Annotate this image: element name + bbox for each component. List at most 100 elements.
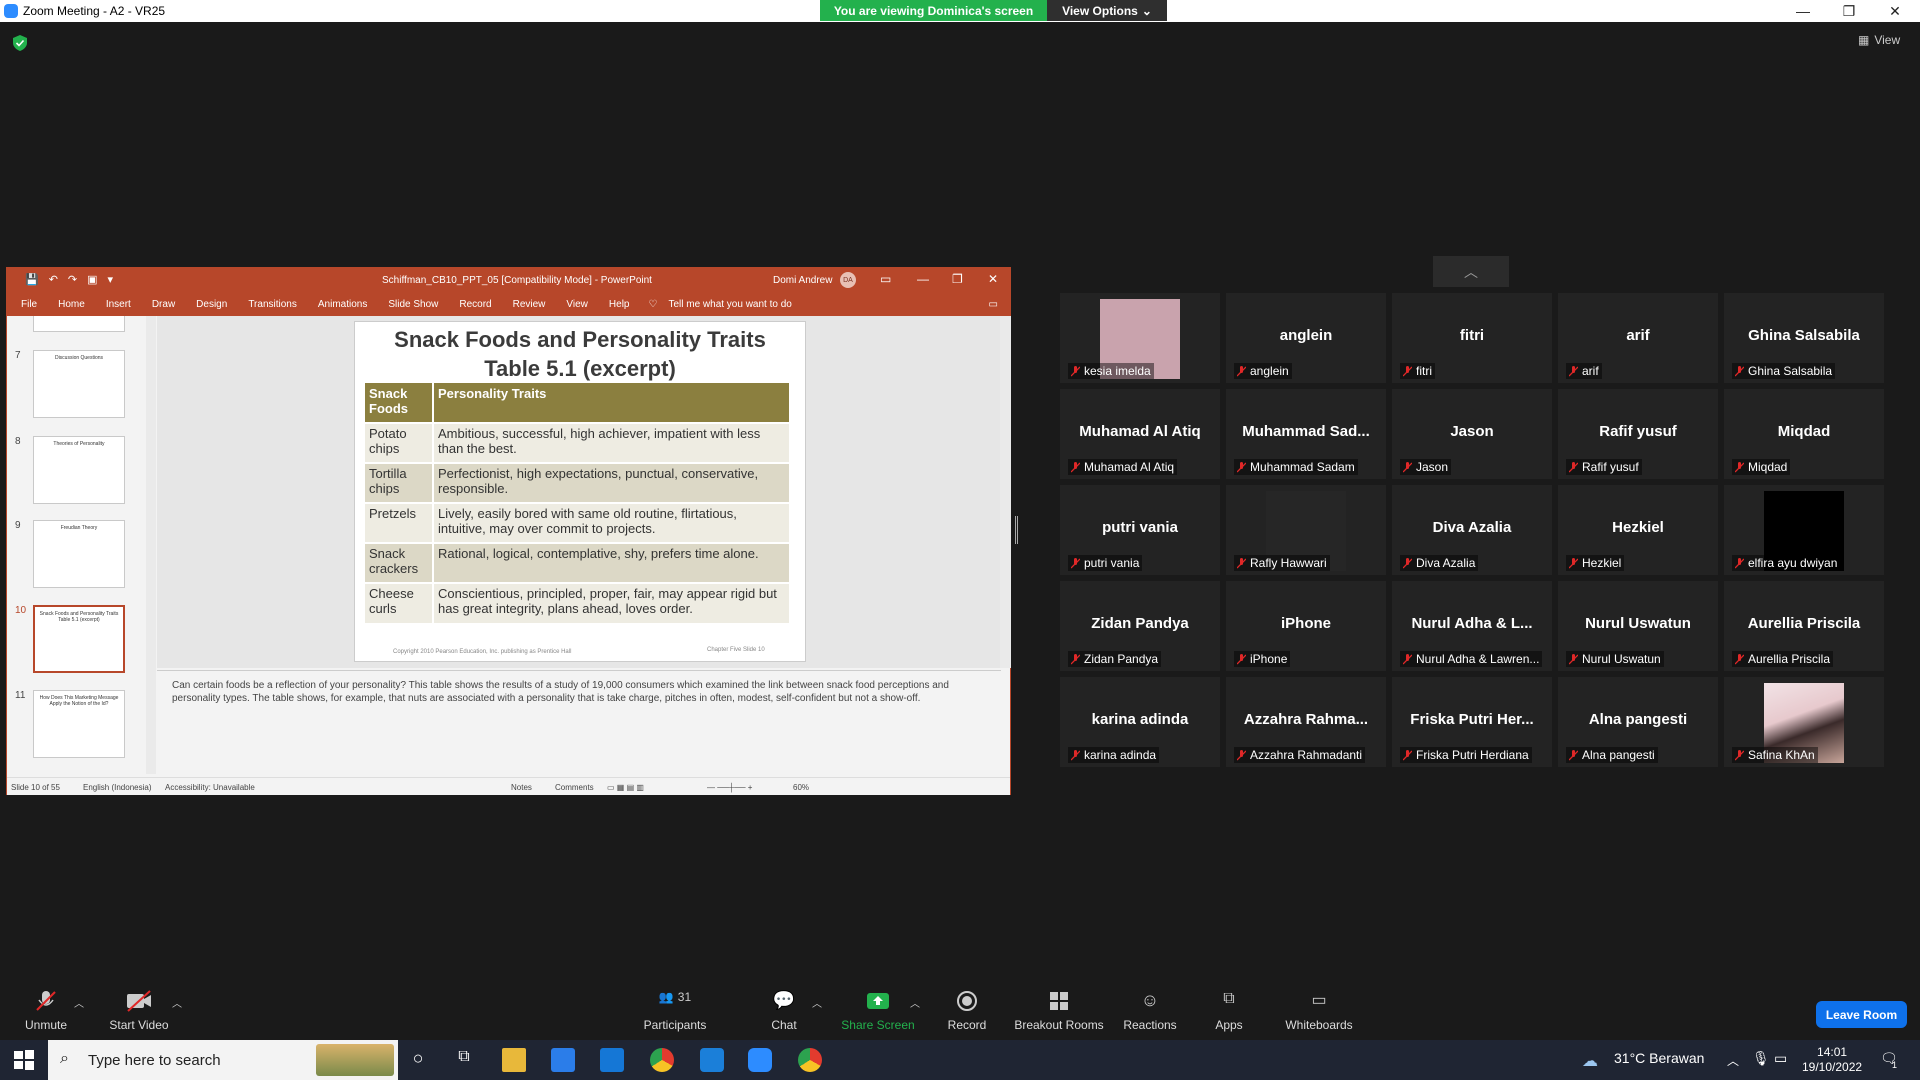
thumbnail-scrollbar[interactable] xyxy=(146,316,156,774)
notes-toggle[interactable]: Notes xyxy=(511,783,532,792)
mail-icon[interactable] xyxy=(600,1048,624,1072)
ribbon-tab[interactable]: View xyxy=(566,299,588,310)
participants-button[interactable]: 👥 31 Participants xyxy=(640,990,710,1032)
chat-button[interactable]: 💬 Chat xyxy=(766,990,802,1032)
participant-tile[interactable]: fitri fitri xyxy=(1392,293,1552,383)
ribbon-tab[interactable]: Draw xyxy=(152,299,175,310)
audio-options-caret[interactable]: ︿ xyxy=(74,995,84,1010)
ribbon-tab[interactable]: Review xyxy=(513,299,546,310)
participant-tile[interactable]: Ghina Salsabila Ghina Salsabila xyxy=(1724,293,1884,383)
accessibility-status[interactable]: Accessibility: Unavailable xyxy=(165,783,255,792)
ppt-maximize-button[interactable]: ❐ xyxy=(952,272,963,286)
slide-thumbnail[interactable]: Discussion Questions xyxy=(33,350,125,418)
participant-tile[interactable]: Muhamad Al Atiq Muhamad Al Atiq xyxy=(1060,389,1220,479)
chrome-profile-icon[interactable] xyxy=(798,1048,822,1072)
zoom-icon[interactable] xyxy=(748,1048,772,1072)
speaker-notes[interactable]: Can certain foods be a reflection of you… xyxy=(157,670,1001,774)
network-icon[interactable]: ▭ xyxy=(1774,1050,1787,1067)
participant-tile[interactable]: Safina KhAn xyxy=(1724,677,1884,767)
participant-tile[interactable]: elfira ayu dwiyan xyxy=(1724,485,1884,575)
file-explorer-icon[interactable] xyxy=(502,1048,526,1072)
slide-thumbnail[interactable]: Theories of Personality xyxy=(33,436,125,504)
participant-tile[interactable]: Rafif yusuf Rafif yusuf xyxy=(1558,389,1718,479)
ribbon-tab[interactable]: Design xyxy=(196,299,227,310)
close-button[interactable]: ✕ xyxy=(1872,0,1918,22)
weather-status[interactable]: 31°C Berawan xyxy=(1614,1050,1704,1066)
share-options-caret[interactable]: ︿ xyxy=(910,995,920,1010)
participant-tile[interactable]: Muhammad Sad... Muhammad Sadam xyxy=(1226,389,1386,479)
gallery-scroll-up-button[interactable]: ︿ xyxy=(1433,256,1509,287)
chrome-icon[interactable] xyxy=(650,1048,674,1072)
reactions-button[interactable]: ☺ Reactions xyxy=(1122,990,1178,1032)
ppt-close-button[interactable]: ✕ xyxy=(988,272,998,286)
video-options-caret[interactable]: ︿ xyxy=(172,995,182,1010)
comments-icon[interactable]: ▭ xyxy=(989,299,998,310)
slide-scrollbar[interactable] xyxy=(1000,316,1011,668)
ppt-minimize-button[interactable]: — xyxy=(917,272,929,286)
participant-tile[interactable]: putri vania putri vania xyxy=(1060,485,1220,575)
split-drag-handle[interactable] xyxy=(1015,516,1018,544)
ppt-user-avatar[interactable]: DA xyxy=(840,272,856,288)
unmute-button[interactable]: Unmute xyxy=(22,990,70,1032)
zoom-level[interactable]: 60% xyxy=(793,783,809,792)
participant-tile[interactable]: Azzahra Rahma... Azzahra Rahmadanti xyxy=(1226,677,1386,767)
slide-thumbnail[interactable] xyxy=(33,316,125,332)
quick-access-toolbar[interactable]: 💾↶↷▣▾ xyxy=(25,273,123,286)
taskbar-clock[interactable]: 14:01 19/10/2022 xyxy=(1802,1045,1862,1075)
ribbon-display-icon[interactable]: ▭ xyxy=(880,272,891,286)
participant-tile[interactable]: iPhone iPhone xyxy=(1226,581,1386,671)
participant-tile[interactable]: Friska Putri Her... Friska Putri Herdiana xyxy=(1392,677,1552,767)
maximize-button[interactable]: ❐ xyxy=(1826,0,1872,22)
ribbon-tab[interactable]: Record xyxy=(459,299,491,310)
participant-tile[interactable]: Jason Jason xyxy=(1392,389,1552,479)
apps-button[interactable]: ⧉ Apps xyxy=(1212,990,1246,1032)
participant-tile[interactable]: Zidan Pandya Zidan Pandya xyxy=(1060,581,1220,671)
microphone-tray-icon[interactable]: 🎙 xyxy=(1752,1050,1770,1067)
store-icon[interactable] xyxy=(551,1048,575,1072)
participant-tile[interactable]: kesia imelda xyxy=(1060,293,1220,383)
participant-tile[interactable]: Rafly Hawwari xyxy=(1226,485,1386,575)
record-button[interactable]: Record xyxy=(945,990,989,1032)
ribbon-tab[interactable]: File xyxy=(21,299,37,310)
ribbon-tab[interactable]: Help xyxy=(609,299,630,310)
tray-overflow-icon[interactable]: ︿ xyxy=(1727,1052,1739,1069)
participant-tile[interactable]: Diva Azalia Diva Azalia xyxy=(1392,485,1552,575)
slide-thumbnail-selected[interactable]: Snack Foods and Personality Traits Table… xyxy=(33,605,125,673)
view-button[interactable]: ▦ View xyxy=(1858,33,1900,47)
participant-tile[interactable]: Nurul Uswatun Nurul Uswatun xyxy=(1558,581,1718,671)
shield-icon[interactable] xyxy=(13,35,27,51)
ribbon-tab[interactable]: Insert xyxy=(106,299,131,310)
participant-tile[interactable]: arif arif xyxy=(1558,293,1718,383)
view-options-button[interactable]: View Options ⌄ xyxy=(1047,0,1167,21)
language-status[interactable]: English (Indonesia) xyxy=(83,783,151,792)
participant-tile[interactable]: karina adinda karina adinda xyxy=(1060,677,1220,767)
participant-tile[interactable]: Alna pangesti Alna pangesti xyxy=(1558,677,1718,767)
ribbon-tab[interactable]: Animations xyxy=(318,299,367,310)
zoom-slider[interactable]: — ──┼── + xyxy=(707,783,752,792)
participant-tile[interactable]: anglein anglein xyxy=(1226,293,1386,383)
view-mode-icons[interactable]: ▭ ▦ ▤ ▥ xyxy=(607,783,644,792)
ribbon-tab[interactable]: Home xyxy=(58,299,85,310)
participant-tile[interactable]: Nurul Adha & L... Nurul Adha & Lawren... xyxy=(1392,581,1552,671)
participant-tile[interactable]: Miqdad Miqdad xyxy=(1724,389,1884,479)
taskbar-search-box[interactable]: ⌕ Type here to search xyxy=(48,1040,398,1080)
participant-tile[interactable]: Aurellia Priscila Aurellia Priscila xyxy=(1724,581,1884,671)
start-video-button[interactable]: Start Video xyxy=(106,990,172,1032)
comments-toggle[interactable]: Comments xyxy=(555,783,594,792)
leave-room-button[interactable]: Leave Room xyxy=(1816,1001,1907,1028)
ribbon-tab[interactable]: Transitions xyxy=(248,299,297,310)
current-slide[interactable]: Snack Foods and Personality Traits Table… xyxy=(354,321,806,662)
participant-tile[interactable]: Hezkiel Hezkiel xyxy=(1558,485,1718,575)
whiteboards-button[interactable]: ▭ Whiteboards xyxy=(1284,990,1354,1032)
ribbon-tab[interactable]: Slide Show xyxy=(388,299,438,310)
minimize-button[interactable]: — xyxy=(1780,0,1826,22)
teamviewer-icon[interactable] xyxy=(700,1048,724,1072)
windows-start-icon[interactable] xyxy=(12,1048,36,1072)
slide-thumbnail[interactable]: Freudian Theory xyxy=(33,520,125,588)
tell-me-search[interactable]: Tell me what you want to do xyxy=(668,299,791,310)
cortana-icon[interactable]: ○ xyxy=(406,1048,430,1072)
slide-thumbnail[interactable]: How Does This Marketing Message Apply th… xyxy=(33,690,125,758)
chat-options-caret[interactable]: ︿ xyxy=(812,995,822,1010)
breakout-rooms-button[interactable]: Breakout Rooms xyxy=(1014,990,1104,1032)
share-screen-button[interactable]: Share Screen xyxy=(840,990,916,1032)
